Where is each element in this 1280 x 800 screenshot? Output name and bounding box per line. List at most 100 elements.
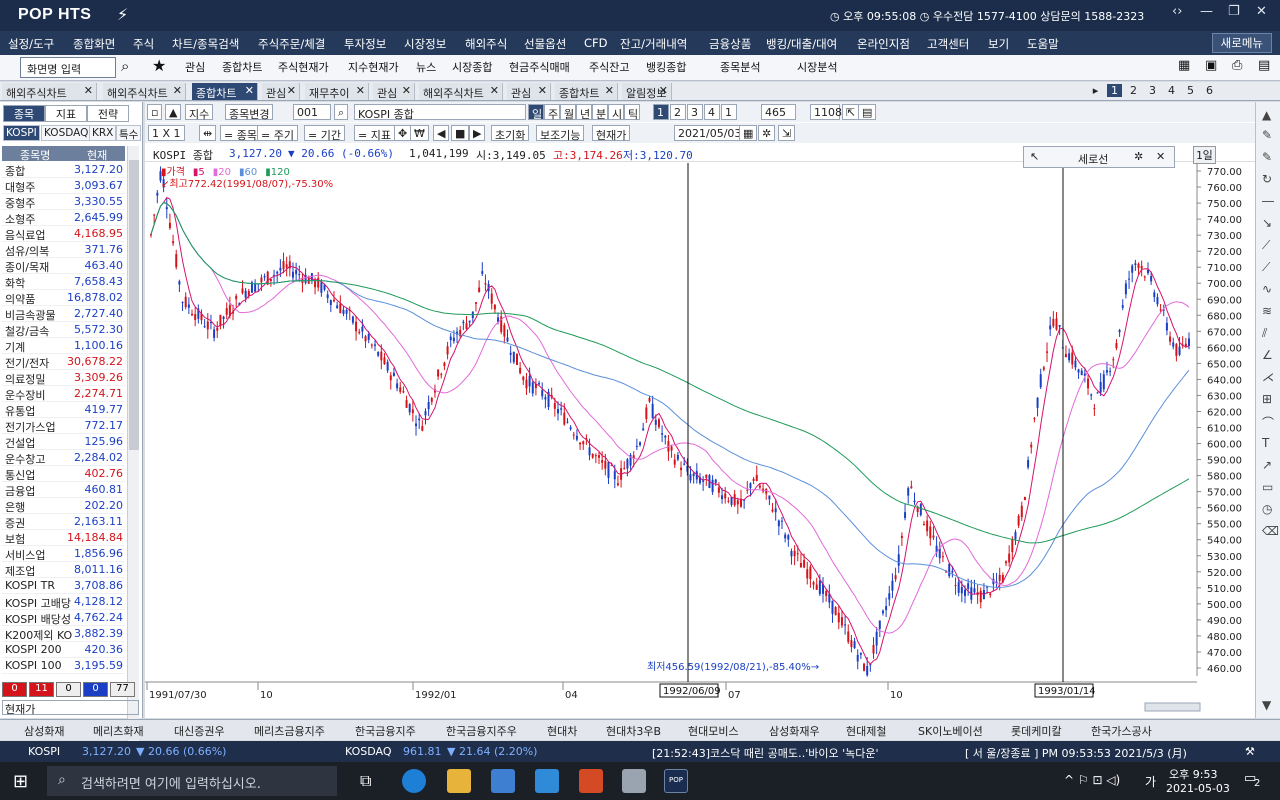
page-2[interactable]: 2: [1126, 84, 1141, 97]
rotate-icon[interactable]: ↻: [1262, 172, 1272, 186]
chart-option-6[interactable]: 보조기능: [536, 125, 585, 142]
list-item[interactable]: 종합 3,127.20: [2, 162, 125, 178]
menu-item-16[interactable]: 도움말: [1027, 36, 1059, 52]
store-icon[interactable]: [491, 769, 515, 793]
wave-icon[interactable]: ∿: [1262, 282, 1272, 296]
list-item[interactable]: 중형주 3,330.55: [2, 194, 125, 210]
list-item[interactable]: 전기/전자 30,678.22: [2, 354, 125, 370]
ray-icon[interactable]: ↘: [1262, 216, 1272, 230]
favorite-12[interactable]: 롯데케미칼: [1011, 723, 1062, 739]
tab-2[interactable]: 종합차트 ✕: [192, 83, 258, 100]
favorite-7[interactable]: 현대차3우B: [606, 723, 661, 739]
favorite-5[interactable]: 한국금융지주우: [446, 723, 517, 739]
cycle-icon[interactable]: ◷: [1262, 502, 1272, 516]
lightning-icon[interactable]: ⚡: [117, 5, 128, 24]
list-item[interactable]: 유통업 419.77: [2, 402, 125, 418]
chart-option-2[interactable]: = 주기: [257, 125, 298, 142]
tab-1[interactable]: 해외주식차트 ✕: [103, 83, 186, 100]
wrench-icon[interactable]: ⚒: [1245, 745, 1255, 758]
interval-label[interactable]: 1일: [1193, 146, 1216, 164]
toolbar-item-10[interactable]: 시장분석: [797, 59, 837, 75]
fib-icon[interactable]: ≋: [1262, 304, 1272, 318]
list-item[interactable]: 비금속광물 2,727.40: [2, 306, 125, 322]
index-select[interactable]: 지수: [185, 104, 214, 121]
list-item[interactable]: 소형주 2,645.99: [2, 210, 125, 226]
scroll-up-icon[interactable]: ▲: [1262, 108, 1271, 122]
monitor-icon[interactable]: ▣: [1205, 58, 1217, 73]
mail-icon[interactable]: [535, 769, 559, 793]
arrow-icon[interactable]: ↗: [1262, 458, 1272, 472]
channel-icon[interactable]: ⟋: [1262, 238, 1270, 253]
list-item[interactable]: 서비스업 1,856.96: [2, 546, 125, 562]
windows-start-icon[interactable]: ⊞: [13, 771, 28, 792]
cursor-icon[interactable]: ↖: [1030, 150, 1039, 163]
tool-icon[interactable]: ✎: [1262, 150, 1272, 164]
box-icon[interactable]: ▭: [1262, 480, 1273, 494]
change-symbol-select[interactable]: 종목변경: [225, 104, 274, 121]
chart-option-1[interactable]: = 종목: [220, 125, 261, 142]
tab-5[interactable]: 관심 ✕: [373, 83, 415, 100]
list-item[interactable]: 의약품 16,878.02: [2, 290, 125, 306]
list-item[interactable]: KOSPI TR 3,708.86: [2, 578, 125, 594]
print-icon[interactable]: ⎙: [1232, 58, 1242, 73]
tab-9[interactable]: 알림정보 ✕: [622, 83, 672, 100]
page-1[interactable]: 1: [1107, 84, 1122, 97]
office-icon[interactable]: [579, 769, 603, 793]
list-item[interactable]: 음식료업 4,168.95: [2, 226, 125, 242]
toolbar-item-9[interactable]: 종목분석: [720, 59, 760, 75]
toolbar-item-3[interactable]: 지수현재가: [348, 59, 399, 75]
tab-6[interactable]: 해외주식차트 ✕: [419, 83, 503, 100]
arc-icon[interactable]: ⌒: [1262, 414, 1274, 431]
list-item[interactable]: 운수창고 2,284.02: [2, 450, 125, 466]
toolbar-item-2[interactable]: 주식현재가: [278, 59, 329, 75]
toolbar-item-1[interactable]: 종합차트: [222, 59, 262, 75]
won-icon[interactable]: ₩: [410, 125, 429, 141]
chart-option-4[interactable]: = 지표: [354, 125, 395, 142]
page-3[interactable]: 3: [1145, 84, 1160, 97]
menu-item-7[interactable]: 해외주식: [465, 36, 507, 52]
menu-item-12[interactable]: 뱅킹/대출/대여: [766, 36, 837, 52]
favorite-3[interactable]: 메리츠금융지주: [254, 723, 325, 739]
menu-item-0[interactable]: 설정/도구: [8, 36, 54, 52]
menu-item-11[interactable]: 금융상품: [709, 36, 751, 52]
interval-num-4[interactable]: 1: [721, 104, 737, 120]
list-item[interactable]: 섬유/의복 371.76: [2, 242, 125, 258]
list-item[interactable]: KOSPI 고배당 4,128.12: [2, 594, 125, 610]
menu-item-4[interactable]: 주식주문/체결: [258, 36, 325, 52]
list-item[interactable]: 통신업 402.76: [2, 466, 125, 482]
menu-item-5[interactable]: 투자정보: [344, 36, 386, 52]
interval-num-2[interactable]: 3: [687, 104, 703, 120]
list-item[interactable]: 증권 2,163.11: [2, 514, 125, 530]
minimize-icon[interactable]: —: [1200, 4, 1213, 19]
next-icon[interactable]: ▶: [469, 125, 486, 141]
angle-icon[interactable]: ∠: [1262, 348, 1273, 362]
tab-stocks[interactable]: 종목: [3, 105, 45, 122]
line-icon[interactable]: ―: [1262, 194, 1274, 208]
list-footer-select[interactable]: 현재가: [2, 700, 139, 716]
tab-4[interactable]: 재무추이 ✕: [305, 83, 369, 100]
pop-hts-icon[interactable]: POP: [664, 769, 688, 793]
close-tab-icon[interactable]: ✕: [659, 84, 668, 97]
toolbar-item-5[interactable]: 시장종합: [452, 59, 492, 75]
interval-num-3[interactable]: 4: [704, 104, 720, 120]
menu-item-15[interactable]: 보기: [988, 36, 1009, 52]
favorite-11[interactable]: SK이노베이션: [918, 723, 983, 739]
chart-option-5[interactable]: 초기화: [491, 125, 530, 142]
market-special[interactable]: 특수: [116, 125, 142, 141]
list-item[interactable]: 철강/금속 5,572.30: [2, 322, 125, 338]
close-tab-icon[interactable]: ✕: [538, 84, 547, 97]
new-menu-button[interactable]: 새로메뉴: [1211, 33, 1272, 53]
list-item[interactable]: 전기가스업 772.17: [2, 418, 125, 434]
close-tab-icon[interactable]: ✕: [84, 84, 93, 97]
list-item[interactable]: 은행 202.20: [2, 498, 125, 514]
interval-num-0[interactable]: 1: [653, 104, 669, 120]
period-1[interactable]: 주: [544, 104, 560, 121]
favorite-2[interactable]: 대신증권우: [174, 723, 225, 739]
page-5[interactable]: 5: [1183, 84, 1198, 97]
close-tab-icon[interactable]: ✕: [356, 84, 365, 97]
period-5[interactable]: 시: [608, 104, 624, 121]
chart-option-8[interactable]: 2021/05/03: [674, 125, 746, 141]
menu-item-6[interactable]: 시장정보: [404, 36, 446, 52]
close-tab-icon[interactable]: ✕: [402, 84, 411, 97]
toolbar-item-4[interactable]: 뉴스: [416, 59, 436, 75]
